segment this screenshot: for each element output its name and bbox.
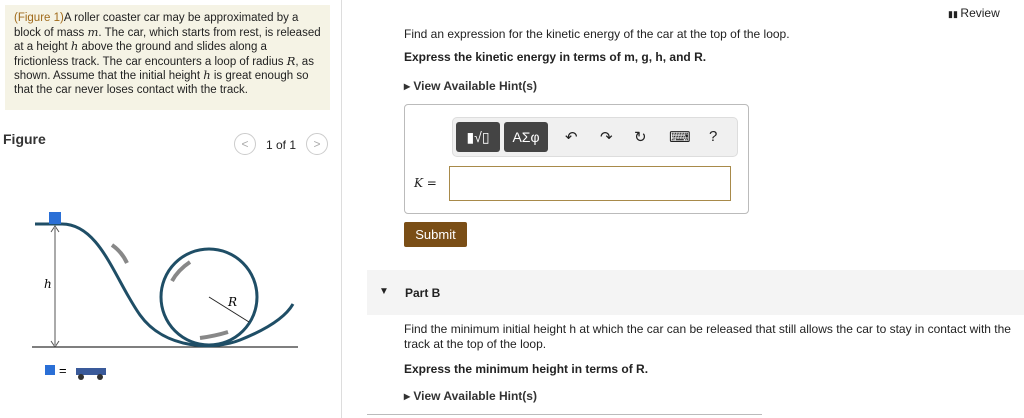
car-icon [76,368,106,375]
symbols-button[interactable]: ΑΣφ [504,122,548,152]
hints-label: View Available Hint(s) [413,79,537,93]
keyboard-icon[interactable]: ⌨ [669,128,691,146]
problem-intro: (Figure 1)A roller coaster car may be ap… [5,5,330,110]
caret-right-icon: ▸ [404,79,414,93]
figure-link[interactable]: (Figure 1) [14,12,64,24]
figure-title: Figure [3,131,46,147]
math-toolbar: ▮√▯ ΑΣφ ↶ ↷ ↻ ⌨ ? [452,117,738,157]
book-icon: ▮▮ [948,9,961,19]
redo-icon[interactable]: ↷ [600,128,613,146]
divider [367,414,762,415]
templates-button[interactable]: ▮√▯ [456,122,500,152]
review-label: Review [960,6,1000,20]
part-a-hints[interactable]: ▸ View Available Hint(s) [404,79,537,93]
caret-down-icon: ▼ [379,286,389,297]
undo-icon[interactable]: ↶ [565,128,578,146]
submit-button[interactable]: Submit [404,222,467,247]
caret-right-icon: ▸ [404,389,414,403]
motion-arrow [110,243,129,264]
motion-arrow [199,330,229,340]
hints-label: View Available Hint(s) [413,389,537,403]
label-h: h [44,277,52,291]
prev-figure-button[interactable]: < [234,133,256,155]
var-m: m [87,24,99,39]
block [49,212,61,224]
part-b-title: Part B [405,286,441,300]
part-a-question: Find an expression for the kinetic energ… [404,27,790,41]
part-b-header[interactable]: ▼ Part B [367,270,1024,315]
part-a-instructions: Express the kinetic energy in terms of m… [404,50,707,64]
divider [341,0,342,418]
k-label: K = [414,176,437,190]
kinetic-energy-input[interactable] [449,166,731,201]
figure-pager: 1 of 1 [266,138,297,152]
part-b-question: Find the minimum initial height h at whi… [404,322,1011,351]
part-b-instructions: Express the minimum height in terms of R… [404,362,649,376]
var-h: h [203,68,211,82]
reset-icon[interactable]: ↻ [634,128,647,146]
legend-block [45,365,55,375]
label-R: R [227,295,237,309]
roller-coaster-figure: h R = [32,212,298,380]
legend-equals: = [59,363,67,378]
help-icon[interactable]: ? [709,128,717,145]
next-figure-button[interactable]: > [306,133,328,155]
part-b-hints[interactable]: ▸ View Available Hint(s) [404,389,537,403]
review-link[interactable]: ▮▮ Review [948,6,1000,20]
